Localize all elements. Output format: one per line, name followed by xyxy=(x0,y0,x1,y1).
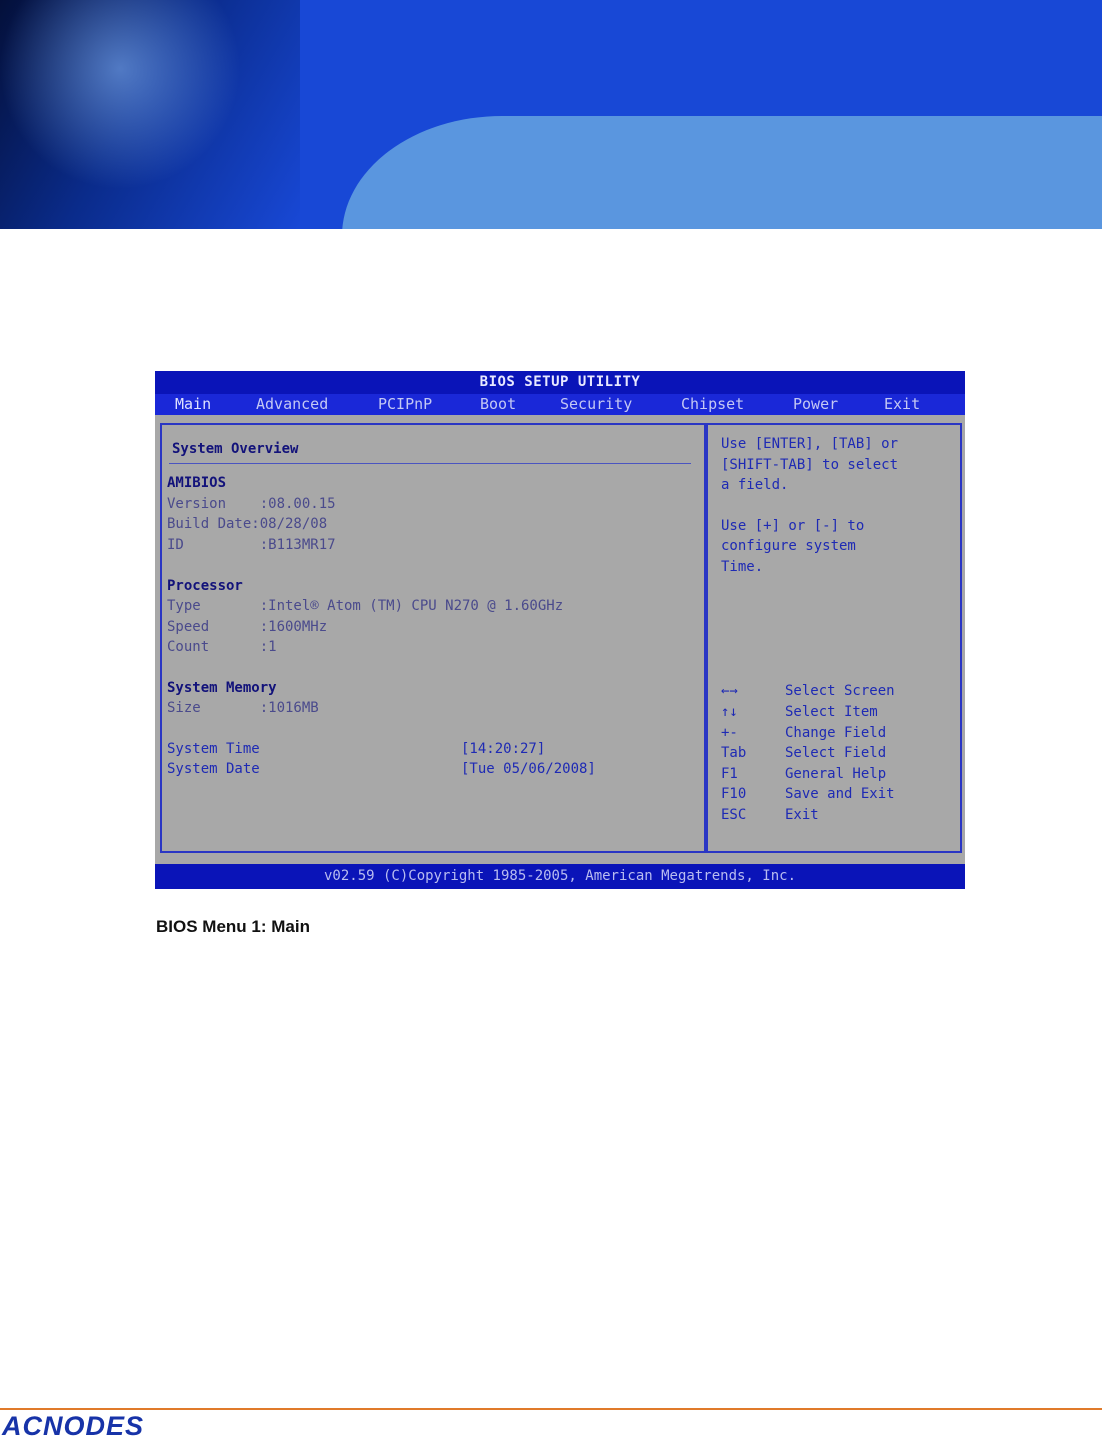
system-time-label[interactable]: System Time xyxy=(167,740,260,758)
system-date-value[interactable]: [Tue 05/06/2008] xyxy=(461,760,596,778)
acnodes-logo: ACNODES xyxy=(2,1411,145,1441)
amibios-heading: AMIBIOS xyxy=(167,475,227,491)
footer-divider xyxy=(0,1408,1102,1410)
bios-build-date: Build Date:08/28/08 xyxy=(167,516,328,532)
processor-speed: Speed :1600MHz xyxy=(167,619,328,635)
help-line: a field. xyxy=(721,477,789,493)
bios-id: ID :B113MR17 xyxy=(167,537,336,553)
circuit-board-image xyxy=(0,0,300,229)
key-desc: General Help xyxy=(785,766,887,782)
banner-curve xyxy=(342,116,1102,229)
processor-count: Count :1 xyxy=(167,639,277,655)
overview-title: System Overview xyxy=(172,441,299,457)
bios-screenshot: BIOS SETUP UTILITY Main Advanced PCIPnP … xyxy=(155,371,965,889)
memory-heading: System Memory xyxy=(167,680,277,696)
help-line: [SHIFT-TAB] to select xyxy=(721,457,899,473)
menu-tab-pcipnp[interactable]: PCIPnP xyxy=(378,394,432,415)
help-line: configure system xyxy=(721,538,856,554)
bios-version: Version :08.00.15 xyxy=(167,496,336,512)
menu-tab-advanced[interactable]: Advanced xyxy=(256,394,328,415)
key-plus-minus: +- xyxy=(721,725,738,741)
key-left-right-icon: ←→ xyxy=(721,683,738,699)
key-tab: Tab xyxy=(721,745,747,761)
menu-tab-security[interactable]: Security xyxy=(560,394,632,415)
help-line: Use [+] or [-] to xyxy=(721,518,865,534)
system-date-label[interactable]: System Date xyxy=(167,760,260,778)
bios-title: BIOS SETUP UTILITY xyxy=(155,371,965,394)
bios-menu-bar: Main Advanced PCIPnP Boot Security Chips… xyxy=(155,394,965,415)
help-line: Use [ENTER], [TAB] or xyxy=(721,436,899,452)
processor-heading: Processor xyxy=(167,578,243,594)
key-desc: Select Item xyxy=(785,704,878,720)
key-esc: ESC xyxy=(721,807,747,823)
key-desc: Select Screen xyxy=(785,683,895,699)
help-line: Time. xyxy=(721,559,764,575)
menu-tab-boot[interactable]: Boot xyxy=(480,394,516,415)
key-up-down-icon: ↑↓ xyxy=(721,704,738,720)
key-desc: Exit xyxy=(785,807,819,823)
header-banner xyxy=(0,0,1102,229)
system-time-value[interactable]: [14:20:27] xyxy=(461,740,545,758)
overview-divider xyxy=(169,463,691,464)
menu-tab-exit[interactable]: Exit xyxy=(884,394,920,415)
key-desc: Select Field xyxy=(785,745,887,761)
key-f1: F1 xyxy=(721,766,738,782)
key-f10: F10 xyxy=(721,786,747,802)
menu-tab-chipset[interactable]: Chipset xyxy=(681,394,744,415)
menu-tab-power[interactable]: Power xyxy=(793,394,838,415)
processor-type: Type :Intel® Atom (TM) CPU N270 @ 1.60GH… xyxy=(167,598,564,614)
key-desc: Change Field xyxy=(785,725,887,741)
key-desc: Save and Exit xyxy=(785,786,895,802)
menu-tab-main[interactable]: Main xyxy=(175,394,211,415)
figure-caption: BIOS Menu 1: Main xyxy=(156,917,310,936)
bios-copyright: v02.59 (C)Copyright 1985-2005, American … xyxy=(155,864,965,889)
memory-size: Size :1016MB xyxy=(167,700,319,716)
